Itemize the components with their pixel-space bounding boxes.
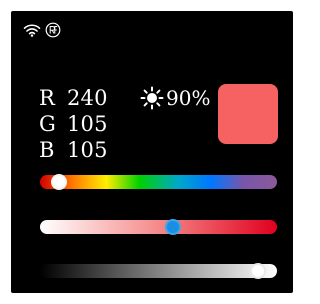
status-bar: [23, 22, 61, 38]
rgb-row-green: G 105: [39, 111, 139, 137]
red-channel-label: R: [39, 86, 56, 110]
hue-slider[interactable]: [40, 174, 277, 190]
rgb-readout: R 240 G 105 B 105: [39, 85, 139, 163]
sun-icon: [140, 86, 164, 110]
wifi-icon: [23, 23, 41, 37]
color-swatch[interactable]: [218, 84, 278, 144]
brightness-value: 90%: [166, 86, 211, 110]
green-channel-label: G: [39, 112, 56, 136]
registered-icon: [45, 22, 61, 38]
saturation-slider[interactable]: [40, 219, 277, 235]
saturation-slider-thumb[interactable]: [164, 219, 181, 235]
blue-channel-value: 105: [67, 138, 108, 162]
green-channel-value: 105: [67, 112, 108, 136]
blue-channel-label: B: [39, 138, 55, 162]
hue-slider-thumb[interactable]: [50, 174, 67, 190]
rgb-row-blue: B 105: [39, 137, 139, 163]
brightness-readout: 90%: [140, 85, 210, 111]
brightness-slider[interactable]: [40, 263, 277, 279]
rgb-row-red: R 240: [39, 85, 139, 111]
color-control-panel: R 240 G 105 B 105 90%: [11, 11, 293, 293]
red-channel-value: 240: [67, 86, 108, 110]
brightness-slider-thumb[interactable]: [250, 263, 267, 279]
